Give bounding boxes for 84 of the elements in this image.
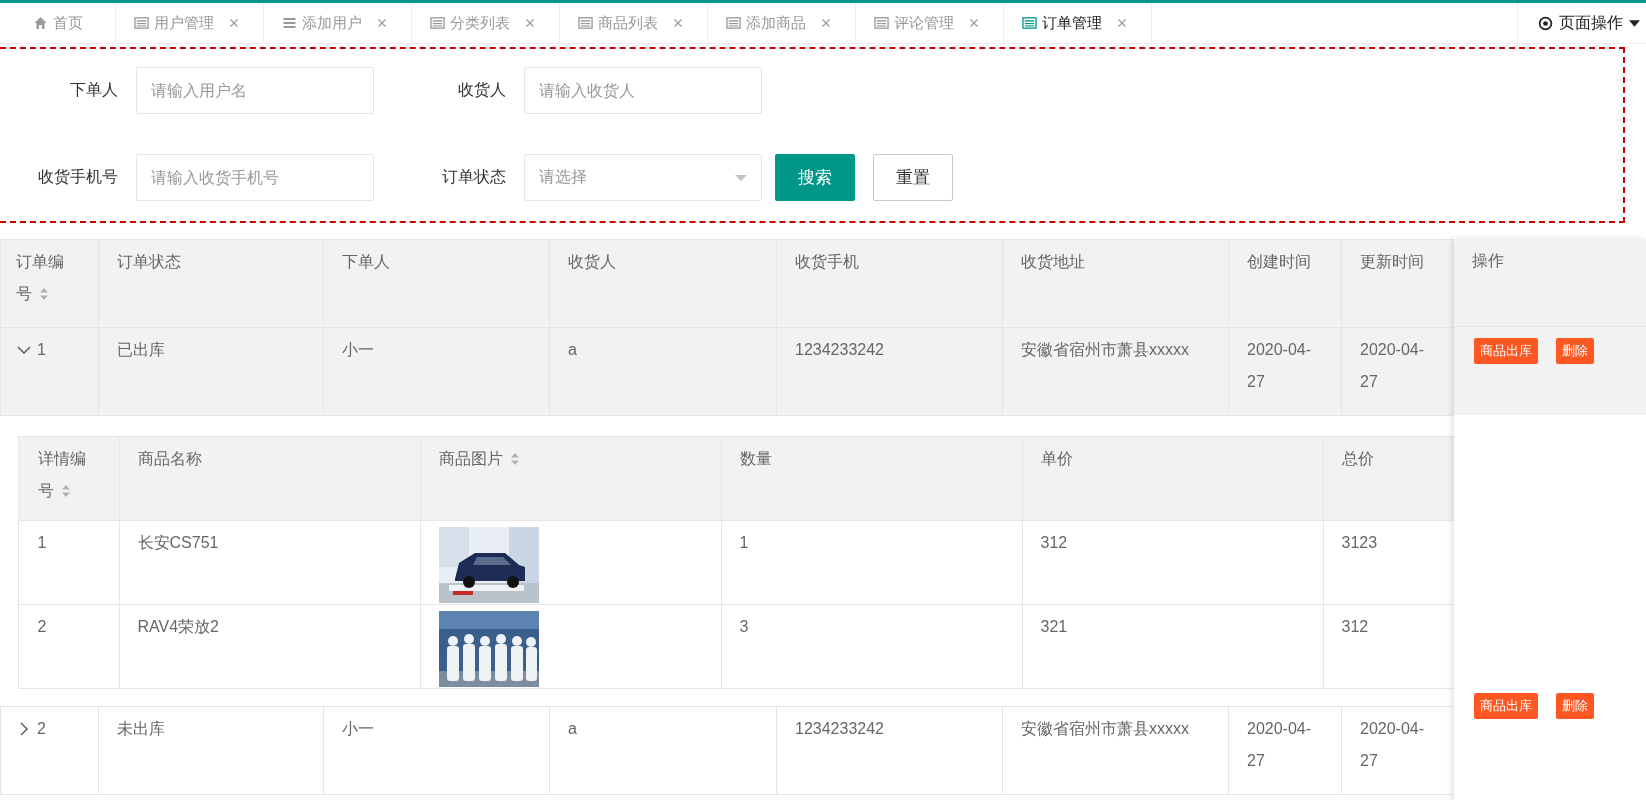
column-header: 创建时间 [1228,239,1342,328]
tab[interactable]: 添加用户 [264,3,412,43]
table-cell: 小一 [342,720,374,737]
card-icon [134,16,149,30]
home-icon [32,16,48,30]
close-icon[interactable] [229,18,239,28]
search-button[interactable]: 重置 [873,154,953,201]
close-icon[interactable] [377,18,387,28]
caret-icon [735,174,747,181]
table-cell: 1 [37,534,47,551]
table-cell: 长安CS751 [137,534,219,551]
column-header: 详情编号 [18,436,119,521]
table-cell: 312 [1040,534,1068,551]
column-header: 订单状态 [98,239,324,328]
card-icon [1022,16,1037,30]
table-cell: a [568,341,577,358]
tab[interactable]: 订单管理 [1004,3,1152,43]
table-cell-text: 2020-04-27 [1247,719,1313,771]
action-button[interactable]: 商品出库 [1474,338,1538,364]
close-icon[interactable] [969,18,979,28]
card-icon [874,16,889,30]
column-header: 收货手机 [776,239,1003,328]
action-button[interactable]: 删除 [1556,693,1594,719]
close-icon[interactable] [1117,18,1127,28]
tab[interactable]: 评论管理 [856,3,1004,43]
table-cell: 1 [739,534,749,551]
table-cell-text: 2020-04-27 [1247,340,1313,392]
field-label: 收货人 [457,80,506,100]
column-header: 操作 [1472,252,1504,269]
field-label: 下单人 [69,80,118,100]
table-cell: 未出库 [117,720,165,737]
table-cell: RAV4荣放2 [137,618,219,635]
table-cell: 2 [37,618,47,635]
search-button[interactable]: 搜索 [775,154,855,201]
table-cell: 小一 [342,341,374,358]
sort-icon[interactable] [39,287,49,301]
table-cell: 安徽省宿州市萧县xxxxx [1021,720,1189,737]
action-button[interactable]: 删除 [1556,338,1594,364]
column-header: 数量 [721,436,1022,521]
close-icon[interactable] [673,18,683,28]
input-field[interactable]: 请输入收货人 [524,67,762,114]
column-header: 单价 [1022,436,1323,521]
table-cell: 3 [739,618,749,635]
column-header: 商品图片 [420,436,721,521]
card-icon [726,16,741,30]
input-field[interactable]: 请输入收货手机号 [136,154,374,201]
sort-icon[interactable] [60,484,71,498]
column-header: 收货地址 [1002,239,1229,328]
input-field[interactable]: 请输入用户名 [136,67,374,114]
column-header: 订单编号 [0,239,99,328]
table-cell: 3123 [1341,534,1378,551]
sort-icon[interactable] [509,452,520,466]
table-cell-text: 1 [37,340,46,360]
target-icon [1538,15,1553,31]
table-cell-text: 2020-04-27 [1360,719,1426,771]
column-header: 下单人 [323,239,550,328]
table-cell-text: 2 [37,719,46,739]
caret-icon [1629,19,1640,27]
table-cell-text: 2020-04-27 [1360,340,1426,392]
tab[interactable]: 用户管理 [116,3,264,43]
tab[interactable]: 商品列表 [560,3,708,43]
table-cell: 已出库 [117,341,165,358]
table-cell: 安徽省宿州市萧县xxxxx [1021,341,1189,358]
table-cell: 1234233242 [795,720,884,737]
tab[interactable]: 添加商品 [708,3,856,43]
field-label: 收货手机号 [37,167,118,187]
card-icon [578,16,593,30]
column-header: 更新时间 [1341,239,1455,328]
table-cell: 321 [1040,618,1068,635]
table-cell: 312 [1341,618,1369,635]
tab[interactable]: 分类列表 [412,3,560,43]
card-icon [430,16,445,30]
field-label: 订单状态 [441,167,506,187]
action-button[interactable]: 商品出库 [1474,693,1538,719]
column-header: 收货人 [549,239,777,328]
close-icon[interactable] [821,18,831,28]
column-header: 商品名称 [119,436,420,521]
tab[interactable]: 首页 [0,3,116,43]
table-cell: a [568,720,577,737]
list-icon [282,16,297,30]
page-actions-menu[interactable]: 页面操作 [1517,3,1646,43]
table-cell: 1234233242 [795,341,884,358]
close-icon[interactable] [525,18,535,28]
select-field[interactable]: 请选择 [524,154,762,201]
